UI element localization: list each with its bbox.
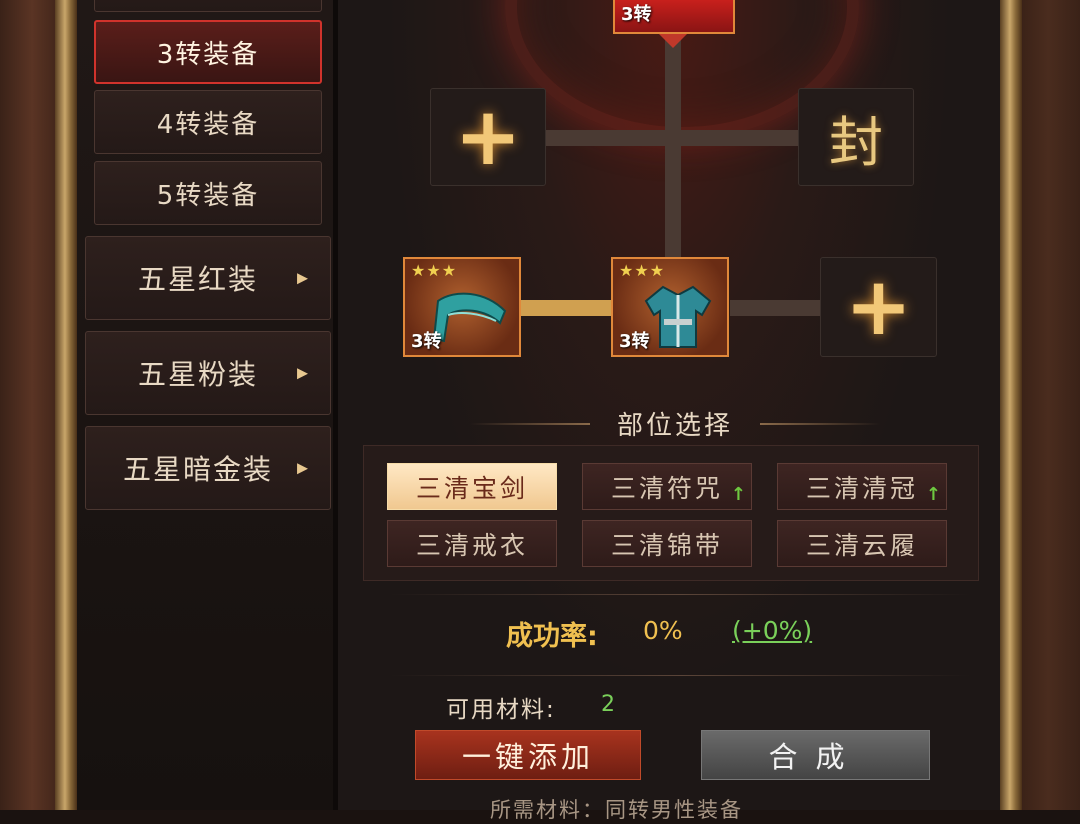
- button-label: 一键添加: [461, 740, 594, 774]
- available-materials-count: 2: [601, 692, 615, 717]
- part-option-belt[interactable]: 三清锦带: [582, 520, 752, 567]
- material-slot-sash[interactable]: ★★★ 3转: [403, 257, 521, 357]
- star-rating: ★★★: [411, 261, 458, 280]
- tab-2-zhuan-partial[interactable]: [94, 0, 322, 12]
- separator-line: [390, 675, 970, 676]
- sash-icon: [432, 292, 507, 343]
- required-materials-hint: 所需材料：同转男性装备: [490, 798, 743, 822]
- tier-badge: 3转: [411, 331, 442, 352]
- tier-badge: 3转: [619, 331, 650, 352]
- material-slot-robe[interactable]: ★★★ 3转: [611, 257, 729, 357]
- category-label: 五星红装: [137, 263, 258, 296]
- tab-3-zhuan-equipment[interactable]: 3转装备: [94, 20, 322, 84]
- part-label: 三清符咒: [610, 473, 723, 503]
- part-label: 三清戒衣: [415, 530, 528, 560]
- chevron-right-icon: ▸: [296, 455, 310, 481]
- synthesize-button[interactable]: 合成: [701, 730, 930, 780]
- robe-icon: [644, 285, 712, 348]
- success-rate-value: 0%: [643, 616, 683, 645]
- pointer-triangle: [659, 34, 687, 48]
- empty-slot-left[interactable]: +: [430, 88, 546, 186]
- add-material-slot[interactable]: +: [820, 257, 937, 357]
- part-option-sword[interactable]: 三清宝剑: [387, 463, 557, 510]
- tree-line-vertical: [665, 40, 681, 265]
- tab-5-zhuan-equipment[interactable]: 5转装备: [94, 161, 322, 225]
- category-five-star-red[interactable]: 五星红装 ▸: [85, 236, 331, 320]
- locked-slot-right[interactable]: 封: [798, 88, 914, 186]
- button-label: 合成: [768, 740, 863, 774]
- success-rate-bonus-link[interactable]: (+0%): [732, 616, 812, 645]
- part-label: 三清宝剑: [415, 473, 528, 503]
- upgrade-arrow-icon: ↑: [730, 484, 749, 505]
- part-option-talisman[interactable]: 三清符咒 ↑: [582, 463, 752, 510]
- plus-icon: +: [844, 260, 913, 353]
- part-option-crown[interactable]: 三清清冠 ↑: [777, 463, 947, 510]
- tab-label: 5转装备: [156, 180, 260, 211]
- plus-icon: +: [454, 90, 522, 183]
- separator-line: [390, 594, 970, 595]
- tab-4-zhuan-equipment[interactable]: 4转装备: [94, 90, 322, 154]
- seal-icon: 封: [829, 110, 883, 174]
- upgrade-arrow-icon: ↑: [925, 484, 944, 505]
- chevron-right-icon: ▸: [296, 360, 310, 386]
- star-rating: ★★★: [619, 261, 666, 280]
- one-click-add-button[interactable]: 一键添加: [415, 730, 641, 780]
- chevron-right-icon: ▸: [296, 265, 310, 291]
- part-selection-title: 部位选择: [616, 411, 733, 441]
- tree-line-horizontal-top: [545, 130, 800, 146]
- category-five-star-dark-gold[interactable]: 五星暗金装 ▸: [85, 426, 331, 510]
- part-label: 三清云履: [805, 530, 918, 560]
- gold-frame-rail-left: [55, 0, 77, 810]
- result-equipment-slot[interactable]: 3转: [613, 0, 735, 34]
- success-rate-label: 成功率:: [506, 621, 598, 652]
- gold-frame-rail-right: [1000, 0, 1022, 810]
- part-label: 三清锦带: [610, 530, 723, 560]
- category-five-star-pink[interactable]: 五星粉装 ▸: [85, 331, 331, 415]
- part-label: 三清清冠: [805, 473, 918, 503]
- available-materials-label: 可用材料:: [446, 697, 556, 723]
- tree-link-active: [520, 300, 615, 316]
- category-label: 五星粉装: [137, 358, 258, 391]
- category-label: 五星暗金装: [122, 453, 273, 486]
- part-option-shoes[interactable]: 三清云履: [777, 520, 947, 567]
- tab-label: 3转装备: [156, 39, 260, 70]
- tree-link-inactive: [730, 300, 820, 316]
- tier-badge: 3转: [621, 4, 652, 25]
- part-option-robe[interactable]: 三清戒衣: [387, 520, 557, 567]
- tab-label: 4转装备: [156, 109, 260, 140]
